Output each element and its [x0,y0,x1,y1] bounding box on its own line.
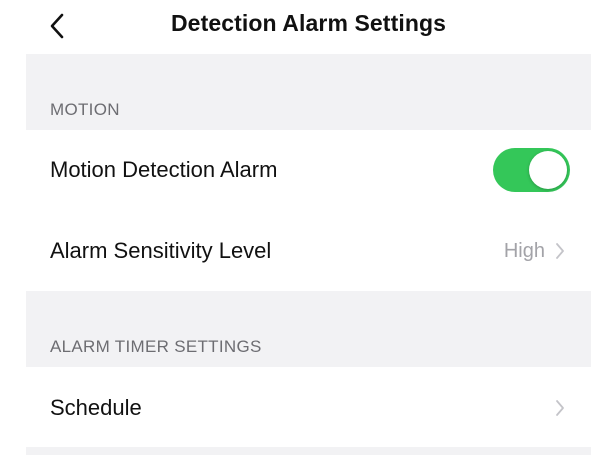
page-title: Detection Alarm Settings [170,10,447,36]
row-label: Motion Detection Alarm [50,157,278,182]
navigation-header: Detection Alarm Settings [0,0,598,54]
row-label: Alarm Sensitivity Level [50,238,272,263]
section-title: ALARM TIMER SETTINGS [50,337,262,356]
motion-detection-alarm-row[interactable]: Motion Detection Alarm [26,130,591,210]
toggle-knob [529,151,567,189]
chevron-right-icon [553,241,567,261]
section-title: MOTION [50,100,120,119]
motion-detection-alarm-toggle[interactable] [493,148,570,192]
alarm-sensitivity-level-row[interactable]: Alarm Sensitivity Level High [26,210,591,291]
sensitivity-value: High [503,240,545,262]
schedule-row[interactable]: Schedule [26,367,591,447]
section-header-alarm-timer-settings: ALARM TIMER SETTINGS [26,291,591,367]
section-header-motion: MOTION [26,54,591,130]
settings-list: MOTION Motion Detection Alarm Alarm Sens… [26,54,591,455]
row-label: Schedule [50,395,142,420]
chevron-right-icon [553,398,567,418]
